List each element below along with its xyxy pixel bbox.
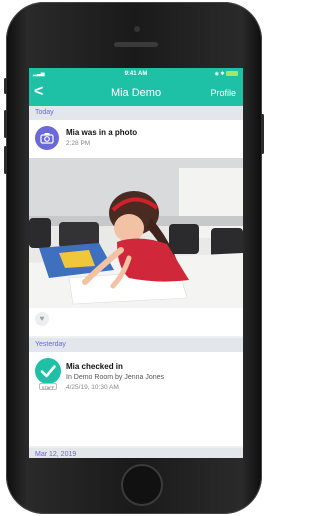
section-header-mar12: Mar 12, 2019	[29, 448, 243, 458]
battery-icon: ◉ ✱	[215, 71, 238, 77]
power-button	[261, 114, 264, 154]
earpiece-speaker	[114, 42, 158, 47]
front-camera	[134, 26, 140, 32]
section-header-today: Today	[29, 106, 243, 120]
volume-down-button	[4, 146, 7, 174]
checkin-post-card[interactable]: STAFF Mia checked in In Demo Room by Jen…	[29, 352, 243, 446]
post-title: Mia was in a photo	[66, 128, 138, 137]
photo-post-card[interactable]: Mia was in a photo 2:28 PM ♥	[29, 120, 243, 336]
status-bar: ▂▃▅ 9:41 AM ◉ ✱	[29, 68, 243, 80]
checkin-title: Mia checked in	[66, 362, 123, 371]
checkmark-icon	[35, 358, 61, 384]
nav-bar: < Mia Demo Profile	[29, 80, 243, 106]
mute-switch	[4, 78, 7, 94]
volume-up-button	[4, 110, 7, 138]
post-time: 2:28 PM	[66, 140, 91, 147]
section-header-yesterday: Yesterday	[29, 338, 243, 352]
heart-icon[interactable]: ♥	[35, 312, 49, 326]
checkin-detail: In Demo Room by Jenna Jones	[66, 374, 165, 381]
app-screen: ▂▃▅ 9:41 AM ◉ ✱ < Mia Demo Profile Today…	[29, 68, 243, 458]
camera-icon	[35, 126, 59, 150]
home-button[interactable]	[121, 464, 163, 506]
staff-badge: STAFF	[39, 383, 57, 390]
post-photo[interactable]	[29, 158, 243, 308]
profile-link[interactable]: Profile	[210, 88, 236, 98]
checkin-datetime: 4/25/19, 10:30 AM	[66, 384, 119, 391]
status-time: 9:41 AM	[124, 71, 148, 77]
